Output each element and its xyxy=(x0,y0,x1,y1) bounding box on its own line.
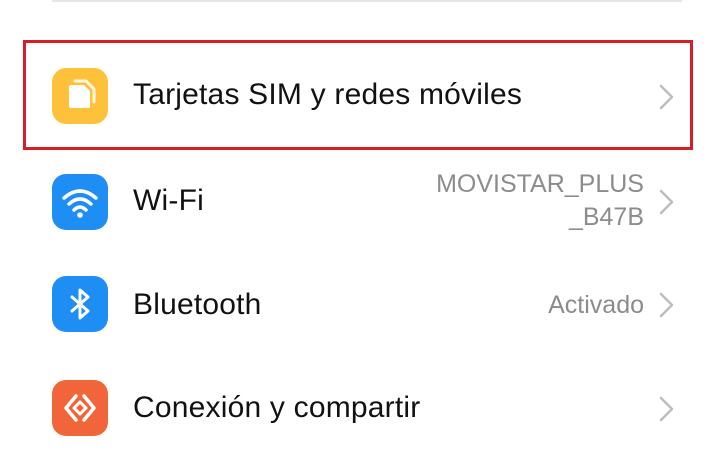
chevron-right-icon xyxy=(659,292,674,318)
settings-item-label: Conexión y compartir xyxy=(133,391,421,424)
bluetooth-icon xyxy=(52,276,108,332)
wifi-network-name-line-1: MOVISTAR_PLUS xyxy=(436,170,644,198)
settings-screen: Tarjetas SIM y redes móviles Wi-Fi MOVIS… xyxy=(0,0,720,453)
settings-item-label: Bluetooth xyxy=(133,288,262,321)
chevron-right-icon xyxy=(659,396,674,422)
settings-item-bluetooth[interactable]: Bluetooth Activado xyxy=(0,256,720,356)
settings-item-wifi[interactable]: Wi-Fi MOVISTAR_PLUS _B47B xyxy=(0,152,720,252)
top-divider xyxy=(52,0,682,2)
bluetooth-status: Activado xyxy=(548,289,644,322)
settings-item-label: Wi-Fi xyxy=(133,184,204,217)
settings-item-connection-sharing[interactable]: Conexión y compartir xyxy=(0,358,720,453)
wifi-icon xyxy=(52,174,108,230)
bluetooth-status-text: Activado xyxy=(548,291,644,319)
wifi-network-name: MOVISTAR_PLUS _B47B xyxy=(436,168,644,234)
chevron-right-icon xyxy=(659,189,674,215)
highlight-box xyxy=(23,40,693,150)
wifi-network-name-line-2: _B47B xyxy=(568,203,644,231)
connection-sharing-icon xyxy=(52,380,108,436)
